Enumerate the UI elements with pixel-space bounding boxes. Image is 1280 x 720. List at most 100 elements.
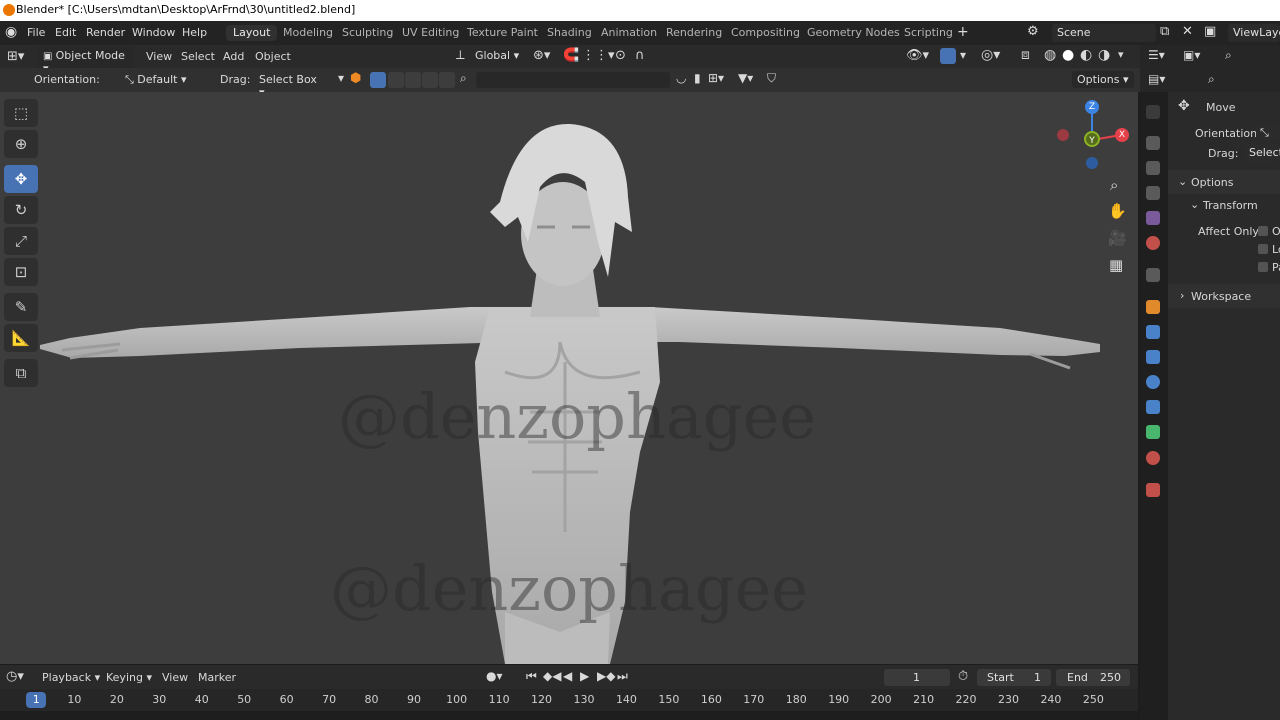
jump-end-icon[interactable]: ⏭ xyxy=(617,669,628,684)
menu-keying[interactable]: Keying ▾ xyxy=(106,671,152,684)
view-layer-tab-icon[interactable] xyxy=(1146,186,1160,200)
select-mode-invert-icon[interactable] xyxy=(422,72,438,88)
texture-tab-icon[interactable] xyxy=(1146,483,1160,497)
menu-playback[interactable]: Playback ▾ xyxy=(42,671,100,684)
current-frame-field[interactable]: 1 xyxy=(884,669,950,686)
menu-timeline-view[interactable]: View xyxy=(162,671,188,684)
menu-marker[interactable]: Marker xyxy=(198,671,236,684)
remove-scene-icon[interactable]: ✕ xyxy=(1182,24,1193,39)
view-layer-icon[interactable]: ▣ xyxy=(1204,24,1216,39)
pan-hand-icon[interactable]: ✋ xyxy=(1108,202,1127,220)
timeline-editor-icon[interactable]: ◷▾ xyxy=(6,669,24,684)
collapse-icon[interactable]: ▾ xyxy=(338,71,344,85)
properties-drag-dropdown[interactable]: Select xyxy=(1243,144,1280,162)
affect-parents-checkbox[interactable] xyxy=(1258,262,1268,272)
gizmo-neg-x-axis[interactable] xyxy=(1057,129,1069,141)
menu-render[interactable]: Render xyxy=(86,26,125,39)
filter-icon[interactable]: ▼▾ xyxy=(738,71,753,85)
select-mode-subtract-icon[interactable] xyxy=(405,72,421,88)
tab-layout[interactable]: Layout xyxy=(226,25,278,41)
select-mode-extend-icon[interactable] xyxy=(388,72,404,88)
tab-shading[interactable]: Shading xyxy=(540,25,599,41)
play-icon[interactable]: ▶ xyxy=(580,669,589,683)
new-scene-icon[interactable]: ⧉ xyxy=(1160,24,1169,39)
workspace-panel-header[interactable]: › Workspace xyxy=(1168,284,1280,308)
menu-help[interactable]: Help xyxy=(182,26,207,39)
falloff-icon[interactable]: ∩ xyxy=(635,48,645,63)
object-type-icon[interactable]: ⬢ xyxy=(350,71,361,86)
pivot-point-icon[interactable]: ⊛▾ xyxy=(533,48,550,63)
object-tab-icon[interactable] xyxy=(1146,300,1160,314)
solid-shading-icon[interactable]: ● xyxy=(1062,47,1074,63)
menu-select[interactable]: Select xyxy=(181,50,215,63)
next-keyframe-icon[interactable]: ▶◆ xyxy=(597,669,615,683)
menu-view[interactable]: View xyxy=(146,50,172,63)
transform-subpanel-header[interactable]: ⌄ Transform xyxy=(1168,194,1280,216)
wireframe-shading-icon[interactable]: ◍ xyxy=(1044,47,1056,63)
gizmo-dropdown-icon[interactable]: ▾ xyxy=(960,48,966,62)
visibility-icon[interactable]: 👁▾ xyxy=(906,48,929,63)
filter-toggle-icon[interactable]: ◡ xyxy=(676,71,686,85)
transform-orientation-dropdown[interactable]: Global ▾ xyxy=(470,47,526,64)
tab-sculpting[interactable]: Sculpting xyxy=(335,25,400,41)
options-panel-header[interactable]: ⌄ Options xyxy=(1168,170,1280,194)
editor-type-icon[interactable]: ⊞▾ xyxy=(7,49,24,64)
tab-modeling[interactable]: Modeling xyxy=(276,25,340,41)
display-mode-icon[interactable]: ⊞▾ xyxy=(708,71,724,85)
world-tab-icon[interactable] xyxy=(1146,236,1160,250)
search-input[interactable] xyxy=(476,72,670,88)
gizmo-y-axis[interactable]: Y xyxy=(1084,131,1100,147)
render-tab-icon[interactable] xyxy=(1146,136,1160,150)
tab-compositing[interactable]: Compositing xyxy=(724,25,807,41)
gizmo-toggle-icon[interactable] xyxy=(940,48,956,64)
overlay-icon[interactable]: ◎▾ xyxy=(981,47,1000,63)
view-layer-selector[interactable]: ViewLaye xyxy=(1228,24,1280,42)
options-dropdown[interactable]: Options ▾ xyxy=(1072,71,1134,88)
start-frame-field[interactable]: Start 1 xyxy=(977,669,1051,686)
shield-icon[interactable]: ⛉ xyxy=(767,71,776,86)
tab-rendering[interactable]: Rendering xyxy=(659,25,729,41)
xray-icon[interactable]: ⧈ xyxy=(1021,47,1030,63)
collection-tab-icon[interactable] xyxy=(1146,268,1160,282)
physics-tab-icon[interactable] xyxy=(1146,375,1160,389)
select-mode-new-icon[interactable] xyxy=(370,72,386,88)
modifier-tab-icon[interactable] xyxy=(1146,325,1160,339)
menu-add[interactable]: Add xyxy=(223,50,244,63)
output-tab-icon[interactable] xyxy=(1146,161,1160,175)
prev-keyframe-icon[interactable]: ◆◀ xyxy=(543,669,561,683)
particles-tab-icon[interactable] xyxy=(1146,350,1160,364)
camera-icon[interactable]: 🎥 xyxy=(1108,229,1127,247)
scene-selector[interactable]: Scene xyxy=(1052,24,1156,42)
timeline-scrollbar[interactable] xyxy=(0,711,1138,720)
snap-target-icon[interactable]: ⋮⋮▾ xyxy=(582,48,615,63)
menu-file[interactable]: File xyxy=(27,26,45,39)
stopwatch-icon[interactable]: ⏱ xyxy=(958,669,968,684)
add-workspace-button[interactable]: + xyxy=(957,24,969,40)
menu-edit[interactable]: Edit xyxy=(55,26,76,39)
gizmo-x-axis[interactable]: X xyxy=(1115,128,1129,142)
properties-editor-icon[interactable]: ▤▾ xyxy=(1148,72,1165,86)
play-reverse-icon[interactable]: ◀ xyxy=(563,669,572,683)
tab-texture-paint[interactable]: Texture Paint xyxy=(460,25,545,41)
blender-menu-icon[interactable]: ◉ xyxy=(5,24,17,40)
scene-tab-icon[interactable] xyxy=(1146,211,1160,225)
zoom-icon[interactable]: ⌕ xyxy=(1110,176,1118,194)
data-tab-icon[interactable] xyxy=(1146,425,1160,439)
outliner-search-icon[interactable]: ⌕ xyxy=(1225,48,1232,63)
gizmo-z-axis[interactable]: Z xyxy=(1085,100,1099,114)
navigation-gizmo[interactable]: Z X Y xyxy=(1055,97,1135,177)
select-mode-intersect-icon[interactable] xyxy=(439,72,455,88)
menu-window[interactable]: Window xyxy=(132,26,175,39)
affect-locations-checkbox[interactable] xyxy=(1258,244,1268,254)
tab-uv-editing[interactable]: UV Editing xyxy=(395,25,466,41)
snap-icon[interactable]: 🧲 xyxy=(563,48,579,63)
3d-viewport[interactable]: ⬚ ⊕ ✥ ↻ ⤢ ⊡ ✎ 📐 ⧉ @denzophagee @denzopha… xyxy=(0,92,1138,664)
tab-geometry-nodes[interactable]: Geometry Nodes xyxy=(800,25,907,41)
material-shading-icon[interactable]: ◐ xyxy=(1080,47,1092,63)
outliner-editor-icon[interactable]: ☰▾ xyxy=(1148,48,1165,62)
rendered-shading-icon[interactable]: ◑ xyxy=(1098,47,1110,63)
end-frame-field[interactable]: End 250 xyxy=(1056,669,1130,686)
constraints-tab-icon[interactable] xyxy=(1146,400,1160,414)
affect-origins-checkbox[interactable] xyxy=(1258,226,1268,236)
bookmark-icon[interactable]: ▮ xyxy=(694,71,701,85)
